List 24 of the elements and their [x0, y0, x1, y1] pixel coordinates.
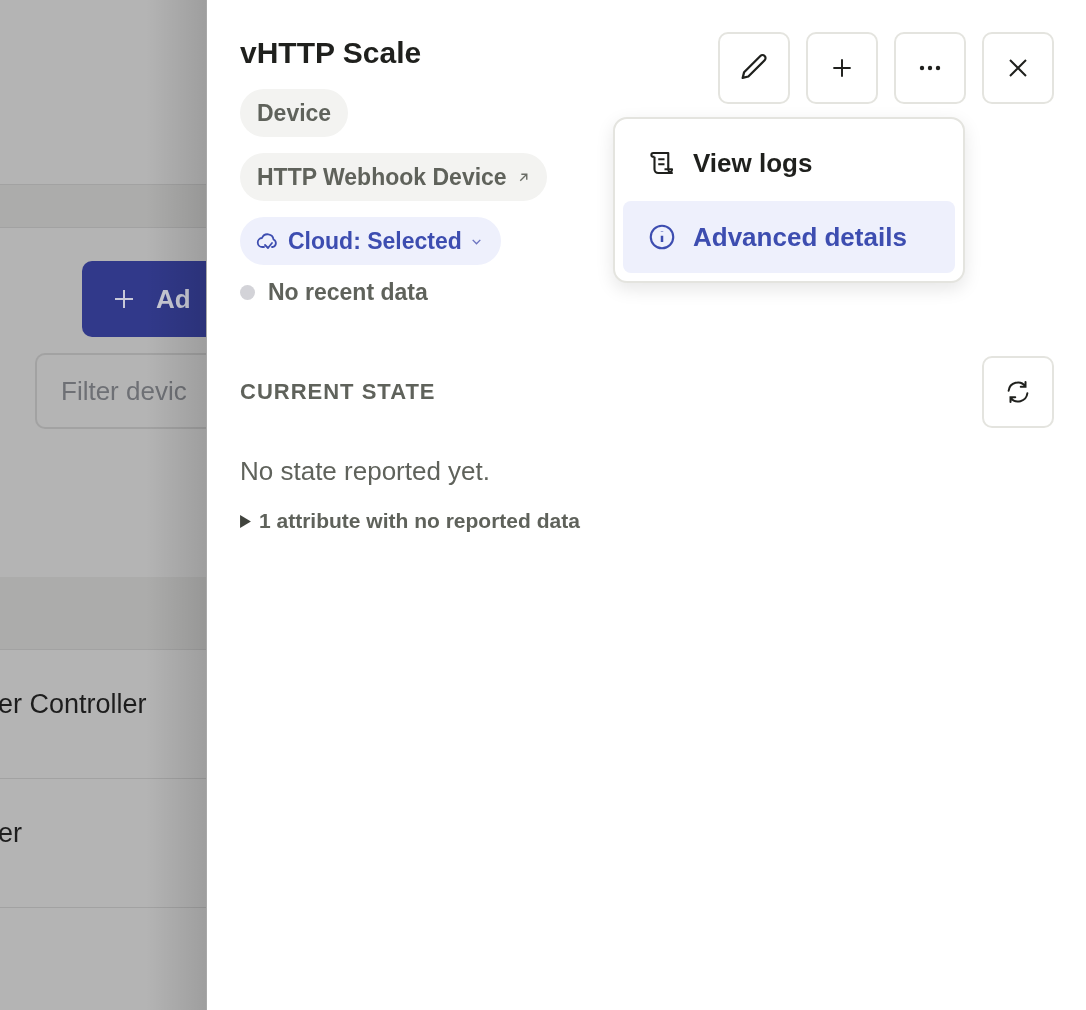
triangle-icon: [240, 514, 251, 528]
attributes-disclosure[interactable]: 1 attribute with no reported data: [240, 509, 580, 533]
close-button[interactable]: [982, 32, 1054, 104]
filter-field[interactable]: Filter devic: [35, 353, 206, 429]
refresh-button[interactable]: [982, 356, 1054, 428]
cloud-dropdown[interactable]: Cloud: Selected: [240, 217, 501, 265]
add-button[interactable]: [806, 32, 878, 104]
edit-button[interactable]: [718, 32, 790, 104]
device-type-link[interactable]: HTTP Webhook Device: [240, 153, 547, 201]
status-dot: [240, 285, 255, 300]
info-icon: [647, 222, 677, 252]
add-button[interactable]: Ad: [82, 261, 206, 337]
more-button[interactable]: [894, 32, 966, 104]
menu-item[interactable]: View logs: [623, 127, 955, 199]
empty-state-text: No state reported yet.: [240, 456, 492, 487]
panel-title: vHTTP Scale: [240, 36, 422, 70]
plus-icon: [112, 287, 136, 311]
section-heading: CURRENT STATE: [240, 379, 436, 405]
status-text: No recent data: [268, 279, 428, 306]
type-tag: Device: [240, 89, 349, 137]
device-name: er: [0, 818, 22, 849]
menu-item[interactable]: Advanced details: [623, 201, 955, 273]
more-icon: [917, 64, 943, 72]
device-name: er Controller: [0, 689, 147, 720]
